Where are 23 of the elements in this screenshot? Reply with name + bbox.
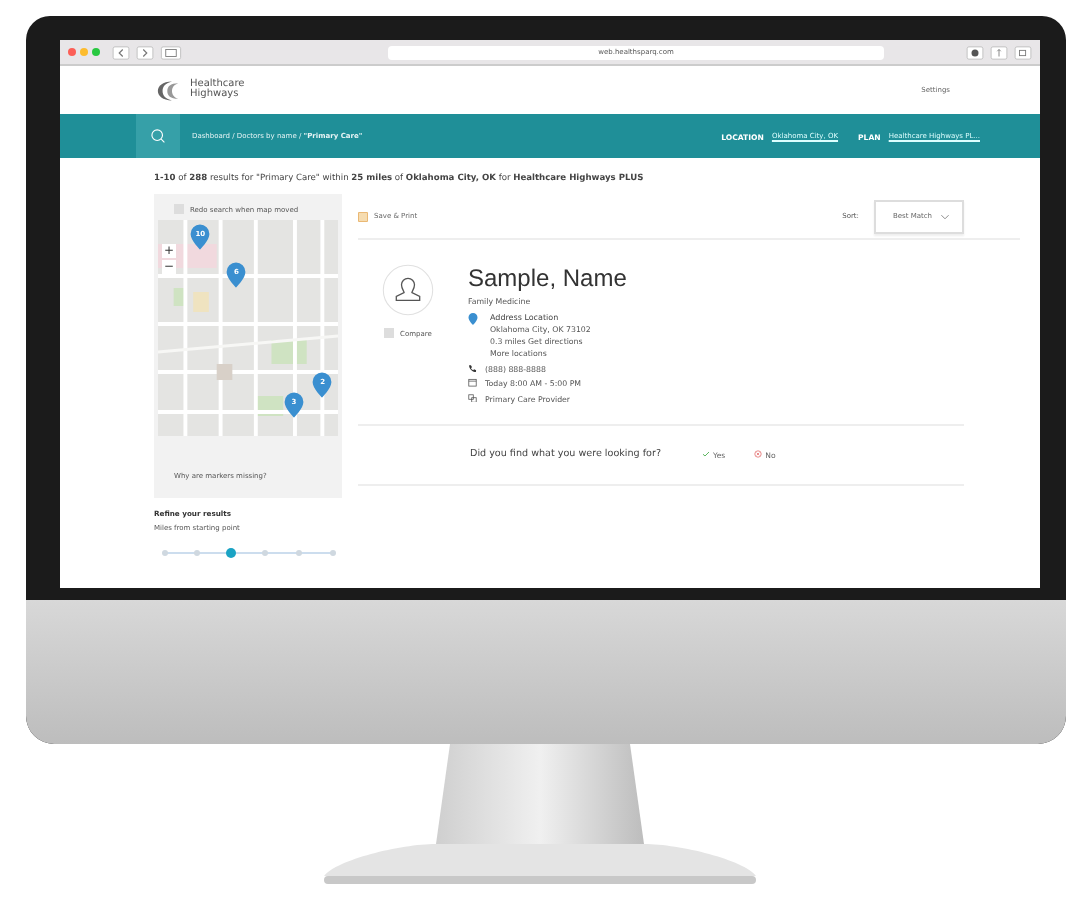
back-icon[interactable] — [112, 45, 130, 59]
forward-icon[interactable] — [136, 45, 154, 59]
cancel-icon — [753, 450, 762, 458]
phone-icon — [468, 363, 477, 373]
search-button[interactable] — [136, 114, 180, 158]
calendar-icon — [468, 378, 477, 388]
provider-icon — [468, 393, 477, 403]
location-pin-icon — [468, 312, 478, 326]
share-icon[interactable] — [990, 45, 1008, 59]
avatar-icon — [382, 264, 434, 316]
distance-slider[interactable] — [164, 546, 332, 558]
compare-checkbox[interactable] — [384, 328, 395, 338]
slider-thumb[interactable] — [226, 547, 237, 557]
search-icon — [150, 128, 166, 144]
sidebar-icon[interactable] — [160, 45, 182, 59]
info-icon[interactable] — [966, 45, 984, 59]
check-icon — [701, 450, 709, 458]
tabs-icon[interactable] — [1014, 45, 1032, 59]
close-icon[interactable] — [68, 48, 76, 56]
print-icon — [358, 211, 368, 221]
provider-name: Sample, Name — [468, 264, 627, 292]
maximize-icon[interactable] — [92, 48, 100, 56]
caret-icon — [940, 213, 950, 219]
